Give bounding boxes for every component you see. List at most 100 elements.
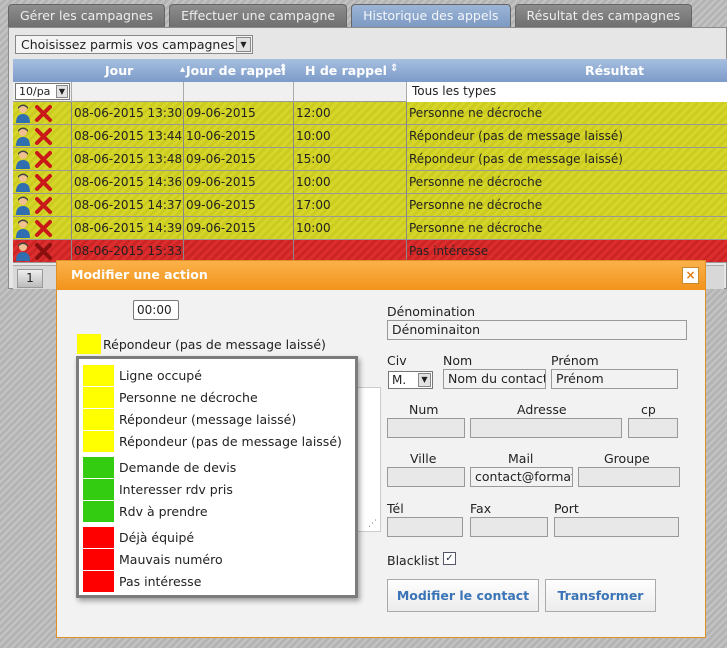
status-option-label: Interesser rdv pris	[119, 482, 233, 497]
delete-icon[interactable]	[34, 127, 53, 146]
denomination-field[interactable]: Dénominaiton	[387, 320, 687, 340]
cell-jour: 08-06-2015 13:30	[74, 106, 183, 120]
status-option-label: Répondeur (pas de message laissé)	[119, 434, 342, 449]
type-filter-select[interactable]: Tous les types	[406, 82, 727, 102]
adresse-label: Adresse	[517, 402, 567, 417]
cell-divider	[293, 148, 294, 171]
cp-field[interactable]	[628, 418, 678, 438]
cell-divider	[71, 148, 72, 171]
person-icon[interactable]	[15, 127, 31, 146]
blacklist-label: Blacklist	[387, 553, 440, 568]
person-icon[interactable]	[15, 196, 31, 215]
sort-icon: ▴	[180, 64, 186, 75]
person-icon[interactable]	[15, 150, 31, 169]
status-option[interactable]: Répondeur (pas de message laissé)	[83, 431, 353, 452]
calls-grid: Jour ▴ Jour de rappel ⇕ H de rappel ⇕ Ré…	[13, 59, 727, 263]
tel-label: Tél	[387, 501, 404, 516]
delete-icon[interactable]	[34, 173, 53, 192]
table-row[interactable]: 08-06-2015 14:39 09-06-2015 10:00 Person…	[13, 217, 727, 240]
delete-icon[interactable]	[34, 242, 53, 261]
status-option-label: Demande de devis	[119, 460, 237, 475]
history-panel: Choisissez parmis vos campagnes ▼ Jour ▴…	[8, 27, 727, 289]
table-row[interactable]: 08-06-2015 13:48 09-06-2015 15:00 Répond…	[13, 148, 727, 171]
status-option-label: Rdv à prendre	[119, 504, 208, 519]
status-option[interactable]: Interesser rdv pris	[83, 479, 353, 500]
per-page-select[interactable]: 10/pa ▼	[15, 83, 70, 100]
cell-h-rappel: 10:00	[296, 129, 331, 143]
cell-divider	[71, 102, 72, 125]
status-option[interactable]: Répondeur (message laissé)	[83, 409, 353, 430]
table-row[interactable]: 08-06-2015 13:30 09-06-2015 12:00 Person…	[13, 102, 727, 125]
tab-call-history[interactable]: Historique des appels	[351, 4, 511, 28]
tab-campaign-results[interactable]: Résultat des campagnes	[514, 4, 693, 28]
person-icon[interactable]	[15, 219, 31, 238]
civ-value: M.	[392, 373, 407, 387]
transform-button[interactable]: Transformer	[545, 579, 656, 612]
cell-jour: 08-06-2015 13:48	[74, 152, 183, 166]
column-resultat[interactable]: Résultat	[585, 63, 644, 78]
cell-resultat: Répondeur (pas de message laissé)	[409, 129, 623, 143]
status-dropdown: Ligne occupé Personne ne décroche Répond…	[76, 356, 358, 598]
ville-field[interactable]	[387, 467, 465, 487]
campaign-select-label: Choisissez parmis vos campagnes	[21, 37, 235, 52]
status-option[interactable]: Pas intéresse	[83, 571, 353, 592]
column-jour-rappel[interactable]: Jour de rappel	[186, 63, 286, 78]
port-field[interactable]	[554, 517, 679, 537]
table-row[interactable]: 08-06-2015 13:44 10-06-2015 10:00 Répond…	[13, 125, 727, 148]
nom-field[interactable]: Nom du contact	[443, 369, 546, 389]
num-field[interactable]	[387, 418, 465, 438]
cell-jour: 08-06-2015 14:37	[74, 198, 183, 212]
chevron-down-icon: ▼	[418, 373, 431, 387]
fax-field[interactable]	[470, 517, 548, 537]
mail-field[interactable]: contact@format	[470, 467, 573, 487]
delete-icon[interactable]	[34, 196, 53, 215]
civ-select[interactable]: M. ▼	[388, 371, 433, 389]
current-status-select[interactable]: Répondeur (pas de message laissé)	[103, 337, 326, 352]
modify-contact-button[interactable]: Modifier le contact	[387, 579, 539, 612]
column-jour[interactable]: Jour	[105, 63, 133, 78]
civ-label: Civ	[387, 353, 407, 368]
status-option-label: Personne ne décroche	[119, 390, 258, 405]
groupe-field[interactable]	[578, 467, 680, 487]
cell-divider	[293, 125, 294, 148]
tab-manage-campaigns[interactable]: Gérer les campagnes	[8, 4, 166, 28]
delete-icon[interactable]	[34, 104, 53, 123]
blacklist-checkbox[interactable]: ✓	[443, 552, 456, 565]
modal-title: Modifier une action	[71, 267, 208, 282]
table-row[interactable]: 08-06-2015 14:37 09-06-2015 17:00 Person…	[13, 194, 727, 217]
campaign-select[interactable]: Choisissez parmis vos campagnes ▼	[15, 35, 253, 54]
delete-icon[interactable]	[34, 219, 53, 238]
cell-jour: 08-06-2015 15:33	[74, 244, 183, 258]
time-input[interactable]: 00:00	[133, 300, 179, 320]
cell-jour: 08-06-2015 14:39	[74, 221, 183, 235]
status-color-swatch	[77, 334, 101, 354]
cell-divider	[293, 102, 294, 125]
cell-resultat: Personne ne décroche	[409, 175, 543, 189]
table-row[interactable]: 08-06-2015 14:36 09-06-2015 10:00 Person…	[13, 171, 727, 194]
tel-field[interactable]	[387, 517, 463, 537]
tab-run-campaign[interactable]: Effectuer une campagne	[169, 4, 348, 28]
status-option[interactable]: Déjà équipé	[83, 527, 353, 548]
column-h-rappel[interactable]: H de rappel	[305, 63, 387, 78]
page-button[interactable]: 1	[17, 269, 43, 288]
close-icon[interactable]: ×	[682, 267, 699, 284]
person-icon[interactable]	[15, 104, 31, 123]
edit-action-modal: Modifier une action × 00:00 Répondeur (p…	[56, 260, 706, 638]
cell-jour: 08-06-2015 13:44	[74, 129, 183, 143]
adresse-field[interactable]	[470, 418, 622, 438]
prenom-field[interactable]: Prénom	[551, 369, 678, 389]
status-color-swatch	[83, 409, 114, 430]
fax-label: Fax	[470, 501, 492, 516]
status-option[interactable]: Rdv à prendre	[83, 501, 353, 522]
status-option[interactable]: Personne ne décroche	[83, 387, 353, 408]
delete-icon[interactable]	[34, 150, 53, 169]
cell-jour-rappel: 09-06-2015	[186, 221, 256, 235]
status-option[interactable]: Ligne occupé	[83, 365, 353, 386]
resize-handle-icon[interactable]: ⋰	[368, 519, 377, 529]
person-icon[interactable]	[15, 173, 31, 192]
status-option[interactable]: Mauvais numéro	[83, 549, 353, 570]
cell-divider	[71, 171, 72, 194]
status-color-swatch	[83, 431, 114, 452]
person-icon[interactable]	[15, 242, 31, 261]
status-option[interactable]: Demande de devis	[83, 457, 353, 478]
